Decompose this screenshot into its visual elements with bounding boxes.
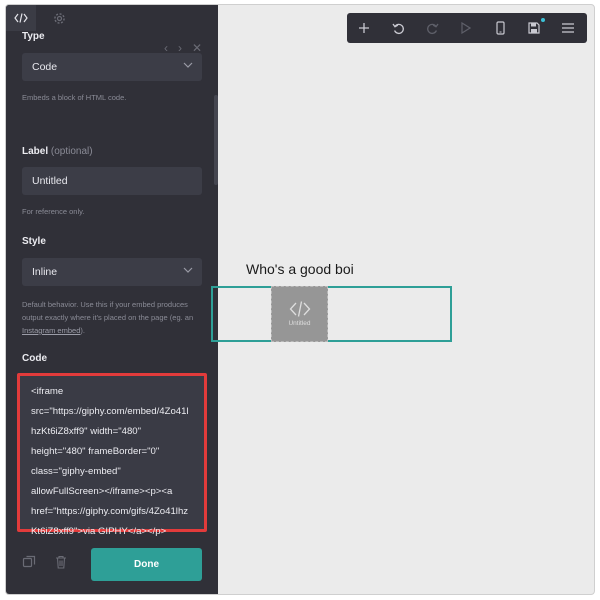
- page-heading[interactable]: Who's a good boi: [246, 261, 354, 277]
- code-line: allowFullScreen></iframe><p><a: [31, 486, 173, 497]
- redo-button[interactable]: [415, 13, 449, 43]
- tab-code[interactable]: [6, 5, 36, 31]
- code-line: href="https://giphy.com/gifs/4Zo41lhz: [31, 506, 189, 517]
- instagram-embed-link[interactable]: Instagram embed: [22, 326, 80, 335]
- code-line: hzKt6iZ8xff9" width="480": [31, 426, 142, 437]
- preview-button[interactable]: [449, 13, 483, 43]
- label-title: Label: [22, 146, 49, 157]
- save-icon: [528, 22, 540, 34]
- code-textarea[interactable]: <iframe src="https://giphy.com/embed/4Zo…: [17, 373, 207, 537]
- undo-icon: [391, 23, 404, 34]
- code-label: Code: [22, 353, 47, 364]
- editor-toolbar: [347, 13, 587, 43]
- code-icon: [14, 13, 28, 23]
- settings-panel: ‹ › ✕ Type Code Embeds a block of HTML c…: [6, 5, 218, 594]
- chevron-down-icon: [183, 62, 193, 68]
- app-window: ‹ › ✕ Type Code Embeds a block of HTML c…: [5, 4, 595, 595]
- done-button[interactable]: Done: [91, 548, 202, 581]
- add-button[interactable]: [347, 13, 381, 43]
- save-button[interactable]: [517, 13, 551, 43]
- delete-button[interactable]: [52, 553, 70, 571]
- duplicate-icon: [22, 555, 36, 568]
- selected-embed-outline[interactable]: [211, 286, 452, 342]
- label-label: Label (optional): [22, 146, 93, 157]
- panel-scrollbar[interactable]: [214, 95, 218, 185]
- embed-label: Untitled: [288, 320, 311, 327]
- code-line: src="https://giphy.com/embed/4Zo41l: [31, 406, 189, 417]
- style-help-text: Default behavior. Use this if your embed…: [22, 300, 194, 322]
- style-select-value: Inline: [32, 266, 58, 278]
- type-label: Type: [22, 31, 45, 42]
- gear-icon: [53, 12, 65, 24]
- menu-button[interactable]: [551, 13, 585, 43]
- trash-icon: [56, 555, 66, 569]
- code-icon: [289, 301, 310, 317]
- duplicate-button[interactable]: [20, 553, 38, 571]
- code-line: class="giphy-embed": [31, 466, 121, 477]
- chevron-down-icon: [183, 267, 193, 273]
- play-icon: [461, 22, 471, 34]
- label-input-value: Untitled: [32, 175, 68, 187]
- label-help: For reference only.: [22, 207, 85, 216]
- embed-block[interactable]: Untitled: [271, 286, 328, 342]
- type-select-value: Code: [32, 61, 58, 73]
- menu-icon: [562, 23, 574, 33]
- undo-button[interactable]: [381, 13, 415, 43]
- style-label: Style: [22, 236, 46, 247]
- unsaved-indicator: [541, 18, 545, 22]
- optional-hint: (optional): [50, 146, 93, 157]
- label-input[interactable]: Untitled: [22, 167, 202, 195]
- style-select[interactable]: Inline: [22, 258, 202, 286]
- style-help: Default behavior. Use this if your embed…: [22, 298, 206, 337]
- code-line: Kt6iZ8xff9">via GIPHY</a></p>: [31, 526, 167, 537]
- plus-icon: [359, 23, 369, 33]
- type-help: Embeds a block of HTML code.: [22, 93, 127, 102]
- mobile-icon: [495, 21, 505, 35]
- type-select[interactable]: Code: [22, 53, 202, 81]
- code-line: <iframe: [31, 386, 64, 397]
- code-line: height="480" frameBorder="0": [31, 446, 160, 457]
- tab-settings[interactable]: [44, 5, 74, 31]
- mobile-view-button[interactable]: [483, 13, 517, 43]
- panel-tabs: [6, 5, 218, 31]
- style-help-end: ).: [80, 326, 85, 335]
- redo-icon: [426, 23, 439, 34]
